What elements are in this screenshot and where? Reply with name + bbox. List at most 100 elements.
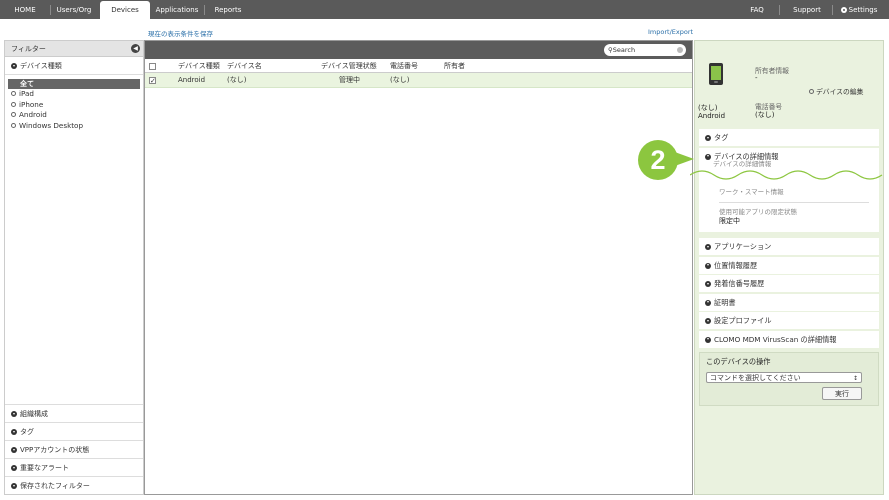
nav-applications[interactable]: Applications [154,0,200,19]
accordion-label: CLOMO MDM VirusScan の詳細情報 [714,334,837,344]
chevron-down-icon [705,299,711,306]
chevron-down-icon [705,244,711,250]
chevron-down-icon [705,318,711,324]
accordion-applications[interactable]: アプリケーション [699,238,879,255]
chevron-down-icon [11,483,17,489]
accordion-certificates[interactable]: 証明書 [699,293,879,311]
command-select-value: コマンドを選択してください [710,373,801,382]
device-type-tree: 全て iPad iPhone Android Windows Desktop [5,75,143,131]
select-all-checkbox[interactable] [149,63,156,70]
app-limit-value: 限定中 [719,217,740,225]
filter-section-vpp[interactable]: VPPアカウントの状態 [5,440,143,458]
chevron-down-icon [705,336,711,343]
accordion-label: タグ [714,133,729,142]
accordion-label: 発着信番号履歴 [714,279,765,288]
chevron-down-icon [11,447,17,453]
filter-section-device-type[interactable]: デバイス種類 [5,57,143,75]
chevron-down-icon [11,63,17,69]
nav-devices[interactable]: Devices [100,1,150,19]
filter-section-tag[interactable]: タグ [5,422,143,440]
filter-section-alerts[interactable]: 重要なアラート [5,458,143,476]
cut-line-wave [690,170,883,180]
chevron-down-icon [705,135,711,141]
tree-item-all[interactable]: 全て [8,79,140,89]
device-summary: (なし) Android 所有者情報 - デバイスの編集 電話番号 (なし) [695,41,883,125]
chevron-down-icon [705,281,711,287]
nav-settings[interactable]: Settings [838,0,880,19]
accordion-calls[interactable]: 発着信番号履歴 [699,275,879,292]
cell-phone: (なし) [390,76,410,84]
column-header-phone[interactable]: 電話番号 [390,59,418,73]
tree-item-label: Android [19,110,47,119]
import-export-link[interactable]: Import/Export [648,28,693,36]
search-placeholder: Search [612,46,636,54]
chevron-down-icon [11,429,17,435]
accordion-label: 位置情報履歴 [714,260,758,270]
column-header-type[interactable]: デバイス種類 [178,59,220,73]
select-arrow-icon: ↕ [852,374,858,382]
tree-item-windows-desktop[interactable]: Windows Desktop [5,121,143,132]
filter-section-label: タグ [20,428,34,436]
step-badge: 2 [638,140,678,180]
chevron-down-icon [11,465,17,471]
expand-icon[interactable] [11,112,16,117]
nav-support[interactable]: Support [788,0,826,19]
filter-header: フィルター ◀ [5,41,143,57]
gear-icon [840,7,847,13]
column-header-name[interactable]: デバイス名 [227,59,262,73]
accordion-location[interactable]: 位置情報履歴 [699,256,879,274]
nav-users-org[interactable]: Users/Org [54,0,94,19]
operations-title: このデバイスの操作 [706,356,771,366]
android-phone-icon [709,63,723,85]
edit-icon [809,89,814,94]
column-header-owner[interactable]: 所有者 [444,59,465,73]
accordion-profiles[interactable]: 設定プロファイル [699,312,879,329]
search-input[interactable]: ⚲Search [604,44,686,56]
phone-value: (なし) [755,111,775,119]
accordion-label: 設定プロファイル [714,316,772,325]
cell-status: 管理中 [339,76,360,84]
accordion-virusscan[interactable]: CLOMO MDM VirusScan の詳細情報 [699,330,879,348]
top-nav: HOME Users/Org Devices Applications Repo… [0,0,889,19]
save-filter-link[interactable]: 現在の表示条件を保存 [148,28,213,38]
collapse-icon[interactable]: ◀ [131,44,140,53]
row-checkbox[interactable]: ✓ [149,77,156,85]
nav-faq[interactable]: FAQ [742,0,772,19]
tree-item-label: iPad [19,89,34,98]
edit-device-link[interactable]: デバイスの編集 [809,86,863,96]
tree-item-label: iPhone [19,99,44,109]
tree-item-android[interactable]: Android [5,110,143,121]
owner-value: - [755,74,758,82]
filter-section-label: VPPアカウントの状態 [20,446,90,454]
filter-section-org[interactable]: 組織構成 [5,404,143,422]
nav-divider [779,5,780,15]
work-smart-label[interactable]: ワーク・スマート情報 [719,188,869,197]
column-header-status[interactable]: デバイス管理状態 [321,59,377,73]
accordion-tag[interactable]: タグ [699,129,879,146]
device-detail-panel: (なし) Android 所有者情報 - デバイスの編集 電話番号 (なし) タ… [694,40,884,495]
chevron-down-icon [11,411,17,417]
tree-item-ipad[interactable]: iPad [5,89,143,100]
expand-icon[interactable] [11,101,16,107]
cell-type: Android [178,76,206,84]
command-select[interactable]: コマンドを選択してください ↕ [706,371,862,383]
table-row[interactable]: ✓ Android (なし) 管理中 (なし) [145,73,692,88]
accordion-label: アプリケーション [714,242,772,251]
execute-button[interactable]: 実行 [822,386,862,400]
filter-section-label: 保存されたフィルター [20,482,90,490]
tree-item-iphone[interactable]: iPhone [5,100,143,111]
edit-device-label: デバイスの編集 [816,88,864,96]
nav-reports[interactable]: Reports [208,0,248,19]
filter-section-saved[interactable]: 保存されたフィルター [5,476,143,494]
nav-home[interactable]: HOME [6,0,44,19]
table-header: デバイス種類 デバイス名 デバイス管理状態 電話番号 所有者 [145,59,692,73]
app-limit-label: 使用可能アプリの限定状態 [719,208,797,216]
nav-divider [50,5,51,15]
expand-icon[interactable] [11,122,16,128]
expand-icon[interactable] [11,91,16,96]
nav-divider [204,5,205,15]
clear-icon[interactable] [677,47,683,53]
filter-title: フィルター [11,45,46,53]
table-toolbar: ⚲Search [145,41,692,59]
filter-section-label: 組織構成 [20,410,48,418]
